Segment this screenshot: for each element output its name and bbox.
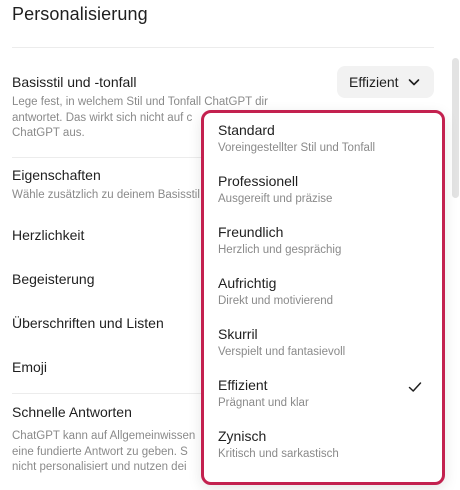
option-title: Freundlich — [218, 224, 284, 240]
traits-label: Eigenschaften — [12, 167, 101, 183]
dropdown-option-professionell[interactable]: Professionell Ausgereift und präzise — [204, 173, 442, 219]
dropdown-option-standard[interactable]: Standard Voreingestellter Stil und Tonfa… — [204, 122, 442, 168]
dropdown-option-aufrichtig[interactable]: Aufrichtig Direkt und motivierend — [204, 275, 442, 321]
scrollbar-thumb[interactable] — [452, 58, 459, 198]
option-title: Standard — [218, 122, 275, 138]
option-subtitle: Kritisch und sarkastisch — [218, 448, 339, 460]
option-subtitle: Verspielt und fantasievoll — [218, 346, 346, 358]
setting-begeisterung[interactable]: Begeisterung — [12, 271, 95, 287]
option-subtitle: Herzlich und gesprächig — [218, 244, 342, 256]
dropdown-option-skurril[interactable]: Skurril Verspielt und fantasievoll — [204, 326, 442, 372]
option-subtitle: Direkt und motivierend — [218, 295, 334, 307]
option-subtitle: Ausgereift und präzise — [218, 193, 333, 205]
option-subtitle: Prägnant und klar — [218, 397, 309, 409]
divider — [12, 47, 434, 48]
setting-herzlichkeit[interactable]: Herzlichkeit — [12, 227, 84, 243]
page-title: Personalisierung — [12, 4, 148, 24]
dropdown-option-freundlich[interactable]: Freundlich Herzlich und gesprächig — [204, 224, 442, 270]
fast-answers-label: Schnelle Antworten — [12, 404, 132, 420]
option-title: Effizient — [218, 377, 268, 393]
base-style-select-button[interactable]: Effizient — [337, 66, 434, 98]
option-title: Zynisch — [218, 428, 267, 444]
option-subtitle: Voreingestellter Stil und Tonfall — [218, 142, 376, 154]
setting-ueberschriften-listen[interactable]: Überschriften und Listen — [12, 315, 164, 331]
base-style-select-value: Effizient — [349, 74, 399, 90]
dropdown-option-effizient[interactable]: Effizient Prägnant und klar — [204, 377, 442, 423]
chevron-down-icon — [408, 79, 420, 86]
option-title: Aufrichtig — [218, 275, 277, 291]
dropdown-option-zynisch[interactable]: Zynisch Kritisch und sarkastisch — [204, 428, 442, 474]
option-title: Skurril — [218, 326, 258, 342]
option-title: Professionell — [218, 173, 299, 189]
traits-description: Wähle zusätzlich zu deinem Basisstil — [12, 189, 200, 201]
setting-emoji[interactable]: Emoji — [12, 359, 47, 375]
checkmark-icon — [408, 382, 422, 392]
base-style-label: Basisstil und -tonfall — [12, 74, 137, 90]
base-style-dropdown-menu: Standard Voreingestellter Stil und Tonfa… — [201, 110, 445, 485]
